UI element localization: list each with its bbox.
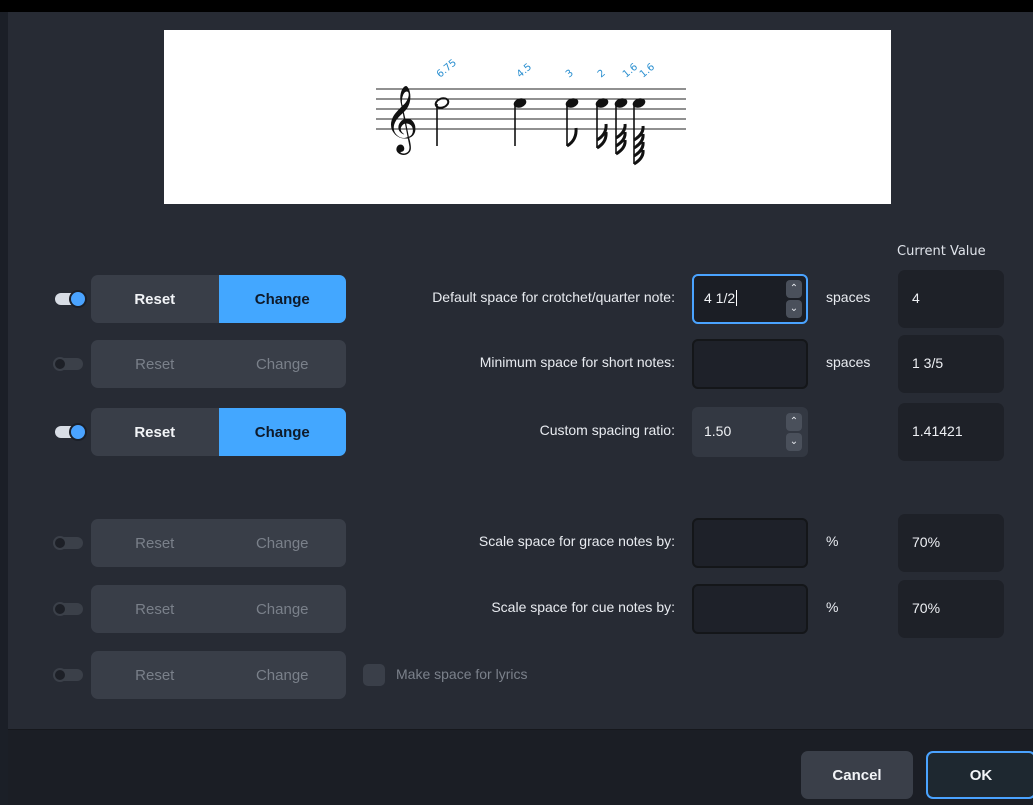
unit-label: % (826, 599, 839, 615)
row-cue-notes: Reset Change Scale space for cue notes b… (0, 580, 1033, 638)
current-value-header: Current Value (897, 244, 986, 259)
change-button[interactable]: Change (219, 585, 347, 633)
min-space-input[interactable] (692, 339, 808, 389)
field-label: Custom spacing ratio: (539, 422, 675, 438)
reset-button[interactable]: Reset (91, 519, 219, 567)
checkbox-label: Make space for lyrics (396, 666, 528, 682)
row-min-space: Reset Change Minimum space for short not… (0, 335, 1033, 393)
top-band (0, 0, 1033, 12)
current-value: 4 (898, 270, 1004, 328)
current-value: 70% (898, 580, 1004, 638)
reset-button[interactable]: Reset (91, 275, 219, 323)
cue-notes-input[interactable] (692, 584, 808, 634)
chevron-up-icon[interactable]: ⌃ (786, 280, 802, 298)
field-label: Minimum space for short notes: (479, 354, 675, 370)
current-value: 1.41421 (898, 403, 1004, 461)
annotation-6-75: 6.75 (435, 58, 459, 81)
chevron-up-icon[interactable]: ⌃ (786, 413, 802, 431)
change-button[interactable]: Change (219, 519, 347, 567)
reset-button[interactable]: Reset (91, 408, 219, 456)
reset-button[interactable]: Reset (91, 340, 219, 388)
unit-label: % (826, 533, 839, 549)
unit-label: spaces (826, 289, 871, 305)
reset-change-group: Reset Change (91, 340, 346, 388)
current-value: 70% (898, 514, 1004, 572)
reset-change-group: Reset Change (91, 585, 346, 633)
treble-clef-icon: 𝄞 (384, 84, 418, 155)
chevron-down-icon[interactable]: ⌄ (786, 300, 802, 318)
make-space-lyrics-checkbox[interactable] (363, 664, 385, 686)
input-value: 4 1/2 (704, 290, 736, 306)
unit-label: spaces (826, 354, 871, 370)
reset-change-group: Reset Change (91, 519, 346, 567)
annotation-1-6-b: 1.6 (638, 62, 657, 81)
change-button[interactable]: Change (219, 651, 347, 699)
current-value: 1 3/5 (898, 335, 1004, 393)
enable-toggle[interactable] (53, 602, 83, 616)
reset-button[interactable]: Reset (91, 651, 219, 699)
annotation-2: 2 (596, 68, 608, 81)
annotation-4-5: 4.5 (515, 62, 534, 81)
reset-change-group: Reset Change (91, 275, 346, 323)
reset-change-group: Reset Change (91, 408, 346, 456)
stepper[interactable]: ⌃ ⌄ (786, 280, 802, 318)
field-label: Scale space for cue notes by: (491, 599, 675, 615)
enable-toggle[interactable] (53, 357, 83, 371)
enable-toggle[interactable] (55, 425, 85, 439)
dialog-footer: Cancel OK (8, 729, 1033, 805)
enable-toggle[interactable] (53, 668, 83, 682)
field-label: Scale space for grace notes by: (478, 533, 675, 549)
enable-toggle[interactable] (53, 536, 83, 550)
field-label: Default space for crotchet/quarter note: (432, 289, 675, 305)
change-button[interactable]: Change (219, 340, 347, 388)
grace-notes-input[interactable] (692, 518, 808, 568)
chevron-down-icon[interactable]: ⌄ (786, 433, 802, 451)
row-spacing-ratio: Reset Change Custom spacing ratio: 1.50 … (0, 403, 1033, 461)
reset-change-group: Reset Change (91, 651, 346, 699)
annotation-1-6-a: 1.6 (621, 62, 640, 81)
reset-button[interactable]: Reset (91, 585, 219, 633)
ok-button[interactable]: OK (926, 751, 1033, 799)
default-space-input[interactable]: 4 1/2 ⌃ ⌄ (692, 274, 808, 324)
annotation-3: 3 (564, 68, 576, 81)
spacing-ratio-input[interactable]: 1.50 ⌃ ⌄ (692, 407, 808, 457)
cancel-button[interactable]: Cancel (801, 751, 913, 799)
spacing-preview: 𝄞 6.75 4.5 3 2 1.6 1.6 (164, 30, 891, 204)
change-button[interactable]: Change (218, 408, 346, 456)
change-button[interactable]: Change (218, 275, 346, 323)
row-default-space: Reset Change Default space for crotchet/… (0, 270, 1033, 328)
music-staff-preview: 𝄞 6.75 4.5 3 2 1.6 1.6 (376, 58, 686, 166)
row-grace-notes: Reset Change Scale space for grace notes… (0, 514, 1033, 572)
stepper[interactable]: ⌃ ⌄ (786, 413, 802, 451)
input-value: 1.50 (704, 423, 732, 439)
enable-toggle[interactable] (55, 292, 85, 306)
